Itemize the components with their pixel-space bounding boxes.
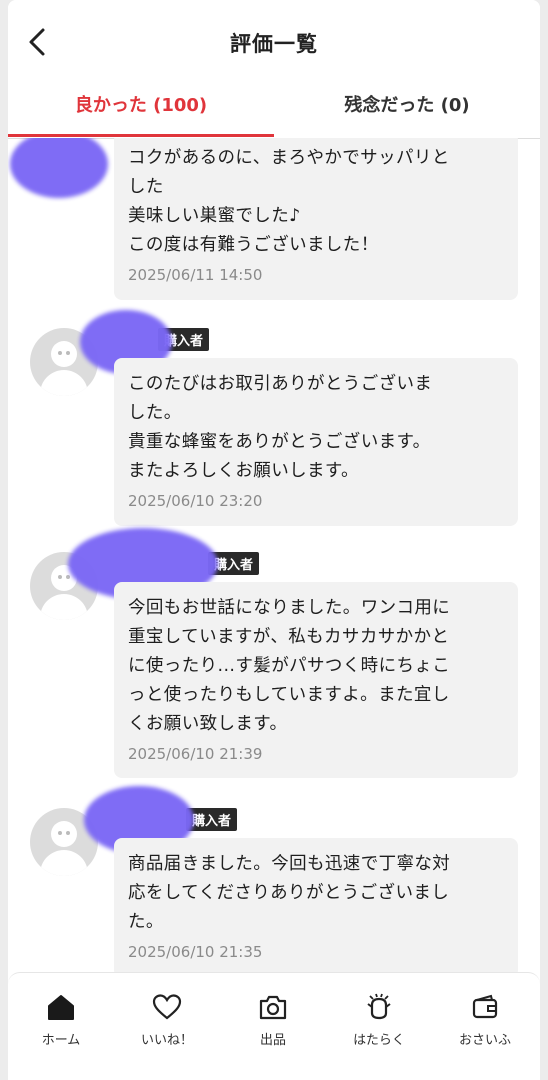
avatar-body — [40, 594, 88, 620]
review-bubble: このたびはお取引ありがとうございま した。 貴重な蜂蜜をありがとうございます。 … — [114, 358, 518, 526]
app-frame: 評価一覧 良かった (100) 残念だった (0) コクがあるのに、まろやかでサ… — [8, 0, 540, 1080]
nav-like[interactable]: いいね！ — [114, 991, 220, 1048]
nav-sell[interactable]: 出品 — [220, 991, 326, 1048]
nav-sell-label: 出品 — [259, 1033, 286, 1048]
tab-bar: 良かった (100) 残念だった (0) — [8, 82, 540, 139]
review-comment: 商品届きました。今回も迅速で丁寧な対 応をしてくださりありがとうございまし た。 — [128, 854, 451, 932]
tab-bad-label: 残念だった (0) — [344, 95, 470, 116]
tab-good-label: 良かった (100) — [74, 95, 208, 116]
nav-like-label: いいね！ — [140, 1033, 193, 1048]
review-bubble: 今回もお世話になりました。ワンコ用に 重宝していますが、私もカサカサかかと に使… — [114, 582, 518, 778]
avatar-body — [40, 850, 88, 876]
work-icon — [367, 993, 391, 1020]
review-date: 2025/06/11 14:50 — [128, 266, 263, 284]
page-title: 評価一覧 — [230, 32, 318, 56]
wallet-icon — [472, 994, 498, 1019]
avatar-head — [51, 821, 77, 847]
tab-bad[interactable]: 残念だった (0) — [274, 82, 540, 136]
review-comment: このたびはお取引ありがとうございま した。 貴重な蜂蜜をありがとうございます。 … — [128, 374, 433, 481]
tab-active-indicator — [8, 134, 274, 137]
nav-home[interactable]: ホーム — [8, 991, 114, 1048]
redaction-blob — [10, 138, 108, 198]
review-date: 2025/06/10 21:39 — [128, 745, 263, 763]
heart-icon — [152, 994, 182, 1020]
review-date: 2025/06/10 21:35 — [128, 943, 263, 961]
camera-icon — [259, 995, 287, 1020]
nav-home-label: ホーム — [41, 1033, 81, 1048]
nav-wallet[interactable]: おさいふ — [432, 991, 538, 1048]
tab-good[interactable]: 良かった (100) — [8, 82, 274, 137]
review-bubble: コクがあるのに、まろやかでサッパリと した 美味しい巣蜜でした♪ この度は有難う… — [114, 138, 518, 300]
nav-work[interactable]: はたらく — [326, 991, 432, 1048]
nav-wallet-label: おさいふ — [458, 1033, 511, 1048]
review-comment: コクがあるのに、まろやかでサッパリと した 美味しい巣蜜でした♪ この度は有難う… — [128, 148, 450, 255]
nav-work-label: はたらく — [353, 1033, 405, 1048]
review-comment: 今回もお世話になりました。ワンコ用に 重宝していますが、私もカサカサかかと に使… — [128, 598, 451, 734]
avatar-head — [51, 341, 77, 367]
review-bubble: 商品届きました。今回も迅速で丁寧な対 応をしてくださりありがとうございまし た。… — [114, 838, 518, 978]
bottom-nav: ホーム いいね！ 出品 はたらく おさいふ — [8, 972, 540, 1080]
avatar-body — [40, 370, 88, 396]
header: 評価一覧 — [8, 0, 540, 82]
review-date: 2025/06/10 23:20 — [128, 492, 263, 510]
review-list[interactable]: コクがあるのに、まろやかでサッパリと した 美味しい巣蜜でした♪ この度は有難う… — [8, 138, 540, 978]
home-icon — [48, 995, 74, 1020]
